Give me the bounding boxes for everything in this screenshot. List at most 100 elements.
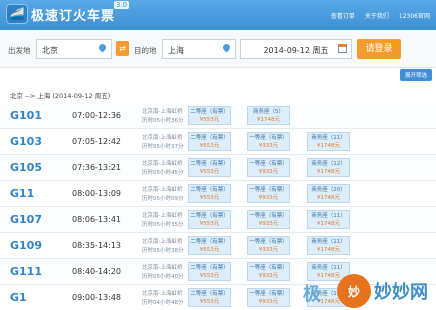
app-logo[interactable]: 🚄 极速订火车票 3.0 (6, 1, 130, 24)
seat-price: ¥1748元 (317, 221, 340, 227)
seat-option[interactable]: 二等座（有票） ¥553元 (188, 210, 231, 229)
calendar-icon (338, 44, 347, 53)
seat-option[interactable]: 一等座（有票） ¥933元 (247, 210, 290, 229)
train-stations: 北京南-上海虹桥 (142, 265, 183, 271)
seat-option[interactable]: 二等座（有票） ¥553元 (188, 106, 231, 125)
train-time: 08:40-14:20 (72, 267, 121, 276)
top-link-orders[interactable]: 查看订单 (331, 11, 355, 20)
seat-option[interactable]: 一等座（有票） ¥933元 (247, 158, 290, 177)
train-number[interactable]: G107 (10, 213, 42, 226)
train-duration: 历时04小时48分 (142, 300, 184, 306)
seat-option[interactable]: 商务座（11） ¥1748元 (307, 132, 350, 151)
train-time: 08:35-14:13 (72, 241, 121, 250)
train-duration: 历时05小时45分 (142, 170, 184, 176)
seat-option[interactable]: 二等座（有票） ¥553元 (188, 262, 231, 281)
site-watermark: 极 妙 妙妙网 (303, 274, 428, 308)
seat-price: ¥933元 (258, 195, 279, 201)
top-link-12306[interactable]: 12306官网 (399, 11, 430, 20)
train-row[interactable]: G103 07:05-12:42 北京南-上海虹桥 历时05小时37分 二等座（… (0, 129, 436, 155)
seat-option[interactable]: 商务座（11） ¥1748元 (307, 236, 350, 255)
train-number[interactable]: G103 (10, 135, 42, 148)
train-number[interactable]: G1 (10, 291, 27, 304)
train-duration: 历时05小时37分 (142, 144, 184, 150)
seat-option[interactable]: 商务座（5） ¥1748元 (247, 106, 290, 125)
seat-option[interactable]: 二等座（有票） ¥553元 (188, 288, 231, 307)
to-field[interactable]: 上海 (162, 39, 236, 59)
seat-option[interactable]: 二等座（有票） ¥553元 (188, 158, 231, 177)
seat-price: ¥933元 (258, 169, 279, 175)
seat-name: 一等座（有票） (249, 291, 288, 297)
seat-price: ¥933元 (258, 299, 279, 305)
seat-name: 商务座（11） (311, 265, 346, 271)
train-time: 07:00-12:36 (72, 111, 121, 120)
train-number[interactable]: G109 (10, 239, 42, 252)
login-button[interactable]: 请登录 (357, 39, 401, 59)
train-time: 08:06-13:41 (72, 215, 121, 224)
train-stations: 北京南-上海虹桥 (142, 161, 183, 167)
seat-price: ¥553元 (199, 247, 220, 253)
seat-price: ¥1748元 (317, 195, 340, 201)
watermark-text: 妙妙网 (374, 282, 428, 303)
date-value: 2014-09-12 周五 (263, 46, 329, 55)
train-stations: 北京南-上海虹桥 (142, 239, 183, 245)
train-number[interactable]: G11 (10, 187, 34, 200)
train-number[interactable]: G105 (10, 161, 42, 174)
seat-option[interactable]: 商务座（12） ¥1748元 (307, 158, 350, 177)
seat-price: ¥1748元 (317, 247, 340, 253)
train-row[interactable]: G101 07:00-12:36 北京南-上海虹桥 历时05小时36分 二等座（… (0, 103, 436, 129)
train-duration: 历时05小时40分 (142, 274, 184, 280)
seat-name: 二等座（有票） (190, 135, 229, 141)
seat-price: ¥933元 (258, 221, 279, 227)
location-pin-icon (99, 44, 106, 53)
seat-name: 二等座（有票） (190, 239, 229, 245)
seat-name: 二等座（有票） (190, 109, 229, 115)
from-field[interactable]: 北京 (36, 39, 112, 59)
seat-option[interactable]: 一等座（有票） ¥933元 (247, 262, 290, 281)
seat-price: ¥933元 (258, 273, 279, 279)
seat-price: ¥553元 (199, 195, 220, 201)
train-stations: 北京南-上海虹桥 (142, 291, 183, 297)
seat-name: 商务座（5） (253, 109, 284, 115)
expand-filter-button[interactable]: 展开筛选 (399, 69, 432, 81)
seat-name: 一等座（有票） (249, 187, 288, 193)
seat-price: ¥933元 (258, 247, 279, 253)
seat-option[interactable]: 二等座（有票） ¥553元 (188, 184, 231, 203)
top-link-about[interactable]: 关于我们 (365, 11, 389, 20)
seat-price: ¥1748元 (317, 143, 340, 149)
seat-price: ¥553元 (199, 143, 220, 149)
seat-name: 二等座（有票） (190, 291, 229, 297)
train-stations: 北京南-上海虹桥 (142, 109, 183, 115)
train-time: 09:00-13:48 (72, 293, 121, 302)
train-row[interactable]: G107 08:06-13:41 北京南-上海虹桥 历时05小时35分 二等座（… (0, 207, 436, 233)
train-row[interactable]: G109 08:35-14:13 北京南-上海虹桥 历时05小时38分 二等座（… (0, 233, 436, 259)
seat-option[interactable]: 二等座（有票） ¥553元 (188, 132, 231, 151)
seat-name: 二等座（有票） (190, 187, 229, 193)
train-number[interactable]: G101 (10, 109, 42, 122)
seat-option[interactable]: 一等座（有票） ¥933元 (247, 184, 290, 203)
train-row[interactable]: G105 07:36-13:21 北京南-上海虹桥 历时05小时45分 二等座（… (0, 155, 436, 181)
date-field[interactable]: 2014-09-12 周五 (240, 39, 352, 59)
from-value: 北京 (42, 46, 58, 55)
seat-option[interactable]: 一等座（有票） ¥933元 (247, 288, 290, 307)
top-links: 查看订单 关于我们 12306官网 (331, 11, 430, 20)
seat-name: 商务座（11） (311, 239, 346, 245)
train-number[interactable]: G111 (10, 265, 42, 278)
app-header: 🚄 极速订火车票 3.0 查看订单 关于我们 12306官网 (0, 0, 436, 30)
seat-name: 商务座（11） (311, 213, 346, 219)
train-stations: 北京南-上海虹桥 (142, 135, 183, 141)
train-row[interactable]: G11 08:00-13:09 北京南-上海虹桥 历时05小时09分 二等座（有… (0, 181, 436, 207)
swap-button[interactable]: ⇄ (116, 41, 129, 56)
seat-option[interactable]: 商务座（11） ¥1748元 (307, 210, 350, 229)
train-duration: 历时05小时09分 (142, 196, 184, 202)
watermark-side-text: 极 (303, 284, 321, 305)
seat-option[interactable]: 二等座（有票） ¥553元 (188, 236, 231, 255)
seat-option[interactable]: 一等座（有票） ¥933元 (247, 132, 290, 151)
seat-option[interactable]: 一等座（有票） ¥933元 (247, 236, 290, 255)
train-time: 07:36-13:21 (72, 163, 121, 172)
train-duration: 历时05小时36分 (142, 118, 184, 124)
from-label: 出发地 (8, 46, 31, 55)
train-duration: 历时05小时35分 (142, 222, 184, 228)
seat-option[interactable]: 商务座（20） ¥1748元 (307, 184, 350, 203)
seat-price: ¥1748元 (257, 117, 280, 123)
seat-name: 商务座（12） (311, 161, 346, 167)
